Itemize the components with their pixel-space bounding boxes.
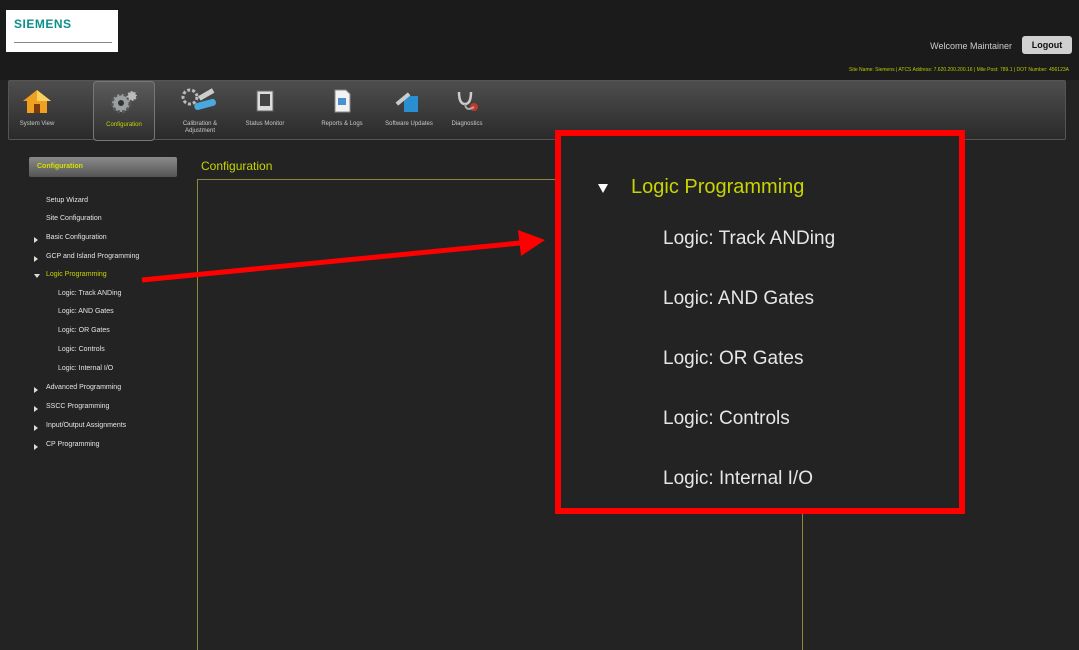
sidebar-item-logic-internal-io[interactable]: Logic: Internal I/O: [58, 365, 113, 372]
toolbar-system-view[interactable]: System View: [11, 81, 63, 139]
gears-icon: [110, 90, 138, 114]
monitor-icon: [256, 90, 274, 112]
sidebar-item-logic-controls[interactable]: Logic: Controls: [58, 346, 105, 353]
toolbar-diagnostics[interactable]: Diagnostics: [441, 81, 493, 139]
sidebar-item-basic-configuration[interactable]: Basic Configuration: [46, 234, 107, 241]
toolbar-label: System View: [19, 121, 55, 127]
toolbar-label: Reports & Logs: [321, 121, 363, 127]
sidebar-item-label: Logic: Controls: [58, 346, 105, 353]
sidebar-item-label: Setup Wizard: [46, 197, 89, 204]
expand-arrow-icon[interactable]: [34, 387, 38, 393]
toolbar-label: Calibration & Adjustment: [182, 121, 218, 134]
sidebar-item-logic-track-anding[interactable]: Logic: Track ANDing: [58, 290, 121, 297]
toolbar-configuration[interactable]: Configuration: [93, 81, 155, 141]
toolbar-label: Configuration: [106, 122, 142, 128]
install-icon: [395, 92, 418, 112]
sidebar-item-setup-wizard[interactable]: Setup Wizard: [46, 197, 88, 204]
siemens-logo: SIEMENS: [6, 10, 118, 52]
sidebar-item-advanced-programming[interactable]: Advanced Programming: [46, 384, 121, 391]
sidebar-item-logic-and-gates[interactable]: Logic: AND Gates: [58, 308, 114, 315]
toolbar-calibration[interactable]: Calibration & Adjustment: [173, 81, 227, 139]
logo-text: SIEMENS: [14, 17, 72, 31]
header-bar: SIEMENS Welcome Maintainer Logout Site N…: [0, 0, 1079, 80]
sidebar-item-label: Logic: Internal I/O: [58, 365, 114, 372]
sidebar-item-io-assignments[interactable]: Input/Output Assignments: [46, 422, 126, 429]
callout-item: Logic: Internal I/O: [663, 468, 813, 489]
toolbar-reports-logs[interactable]: Reports & Logs: [311, 81, 373, 139]
wrench-gear-icon: [181, 88, 216, 111]
sidebar-item-label: CP Programming: [46, 441, 100, 448]
sidebar-item-label: Logic: AND Gates: [58, 308, 114, 315]
sidebar-header-label: Configuration: [37, 163, 83, 170]
site-info: Site Name: Siemens | ATCS Address: 7.620…: [849, 67, 1069, 73]
callout-item: Logic: OR Gates: [663, 348, 804, 369]
sidebar-item-label: Basic Configuration: [46, 234, 107, 241]
expand-arrow-icon[interactable]: [34, 444, 38, 450]
expand-arrow-icon[interactable]: [34, 425, 38, 431]
expand-arrow-icon[interactable]: [34, 256, 38, 262]
toolbar-label: Software Updates: [385, 121, 433, 127]
stethoscope-icon: [457, 91, 478, 111]
zoom-callout: Logic Programming Logic: Track ANDing Lo…: [555, 130, 965, 514]
sidebar-item-label: GCP and Island Programming: [46, 253, 140, 260]
sidebar-header: Configuration: [29, 157, 177, 177]
sidebar-item-label: Logic: OR Gates: [58, 327, 110, 334]
sidebar-item-logic-or-gates[interactable]: Logic: OR Gates: [58, 327, 110, 334]
sidebar-item-site-configuration[interactable]: Site Configuration: [46, 215, 102, 222]
callout-title: Logic Programming: [631, 176, 805, 198]
sidebar-item-gcp-island-programming[interactable]: GCP and Island Programming: [46, 253, 139, 260]
sidebar-item-cp-programming[interactable]: CP Programming: [46, 441, 100, 448]
logo-divider: [14, 42, 112, 43]
sidebar-item-label: Logic: Track ANDing: [58, 290, 122, 297]
expand-arrow-icon[interactable]: [34, 406, 38, 412]
expand-arrow-icon[interactable]: [34, 237, 38, 243]
collapse-arrow-icon: [598, 184, 608, 193]
sidebar-item-label: Logic Programming: [46, 271, 107, 278]
callout-item: Logic: Controls: [663, 408, 790, 429]
toolbar-status-monitor[interactable]: Status Monitor: [239, 81, 291, 139]
page-title: Configuration: [201, 159, 273, 173]
toolbar-label: Status Monitor: [245, 121, 285, 127]
toolbar-label: Diagnostics: [451, 121, 483, 127]
welcome-text: Welcome Maintainer: [930, 41, 1012, 51]
sidebar-item-sscc-programming[interactable]: SSCC Programming: [46, 403, 109, 410]
sidebar-item-label: Advanced Programming: [46, 384, 122, 391]
house-icon: [23, 90, 51, 113]
sidebar-item-label: SSCC Programming: [46, 403, 110, 410]
logout-button[interactable]: Logout: [1022, 36, 1072, 54]
sidebar-item-logic-programming[interactable]: Logic Programming: [46, 271, 107, 278]
sidebar-item-label: Input/Output Assignments: [46, 422, 127, 429]
callout-item: Logic: Track ANDing: [663, 228, 836, 249]
sidebar-item-label: Site Configuration: [46, 215, 102, 222]
collapse-arrow-icon[interactable]: [34, 274, 40, 278]
toolbar-software-updates[interactable]: Software Updates: [383, 81, 435, 139]
callout-item: Logic: AND Gates: [663, 288, 815, 309]
document-icon: [334, 89, 351, 113]
